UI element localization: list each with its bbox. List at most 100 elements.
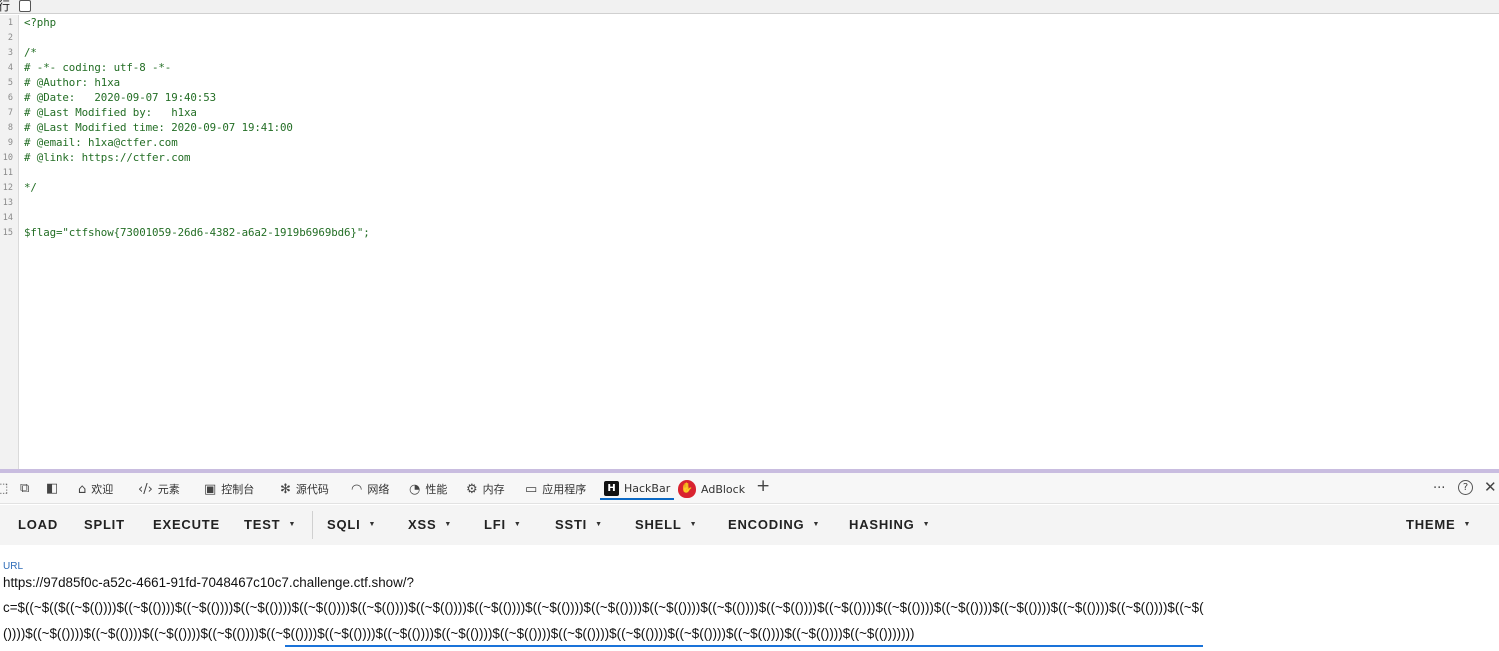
line-number: 7: [7, 108, 13, 118]
shell-menu-label: SHELL: [635, 517, 682, 532]
line-number: 14: [2, 213, 13, 223]
line-wrap-label: 行: [0, 0, 11, 13]
code-line: # @link: https://ctfer.com: [24, 151, 191, 164]
view-source-toolbar: 行: [0, 0, 1499, 14]
code-line: $flag="ctfshow{73001059-26d6-4382-a6a2-1…: [24, 226, 370, 239]
code-line: <?php: [24, 16, 57, 29]
test-menu-label: TEST: [244, 517, 281, 532]
close-devtools-icon[interactable]: ✕: [1484, 479, 1497, 495]
line-number: 9: [7, 138, 13, 148]
caret-down-icon: ▼: [595, 521, 603, 528]
tab-network[interactable]: ◠ 网络: [351, 478, 389, 500]
line-number: 12: [2, 183, 13, 193]
caret-down-icon: ▼: [1463, 521, 1472, 528]
code-brackets-icon: ‹/›: [138, 481, 153, 497]
line-number: 6: [7, 93, 13, 103]
test-menu[interactable]: TEST ▼: [244, 517, 296, 532]
device-emulation-icon[interactable]: ⧉: [20, 481, 29, 497]
tab-hackbar[interactable]: H HackBar: [600, 478, 675, 500]
line-number: 4: [7, 63, 13, 73]
line-number: 13: [2, 198, 13, 208]
toolbar-divider: [312, 511, 313, 539]
devtools-tab-bar: ⬚ ⧉ ◧ ⌂ 欢迎 ‹/› 元素 ▣ 控制台 ✻ 源代码 ◠ 网络 ◔ 性能 …: [0, 473, 1499, 504]
split-button[interactable]: SPLIT: [84, 517, 125, 532]
line-wrap-checkbox[interactable]: [19, 0, 31, 12]
tab-label: 源代码: [295, 483, 329, 496]
home-icon: ⌂: [78, 481, 87, 497]
caret-down-icon: ▼: [513, 521, 522, 528]
caret-down-icon: ▼: [812, 521, 821, 528]
hashing-menu[interactable]: HASHING ▼: [849, 517, 930, 532]
bug-icon: ✻: [280, 481, 291, 497]
caret-down-icon: ▼: [288, 521, 297, 528]
tab-performance[interactable]: ◔ 性能: [409, 478, 447, 500]
line-number: 3: [7, 48, 13, 58]
tab-elements[interactable]: ‹/› 元素: [138, 478, 180, 500]
inspect-element-icon[interactable]: ⬚: [0, 481, 8, 497]
theme-menu[interactable]: THEME ▼: [1406, 517, 1471, 532]
url-text-line[interactable]: https://97d85f0c-a52c-4661-91fd-7048467c…: [3, 575, 414, 590]
wifi-icon: ◠: [351, 481, 363, 497]
code-line: */: [24, 181, 37, 194]
line-number: 15: [2, 228, 13, 238]
help-icon[interactable]: ?: [1458, 480, 1473, 495]
shell-menu[interactable]: SHELL ▼: [635, 517, 697, 532]
load-button[interactable]: LOAD: [18, 517, 58, 532]
url-field[interactable]: URL https://97d85f0c-a52c-4661-91fd-7048…: [0, 545, 1499, 651]
adblock-logo-icon: ✋: [678, 480, 696, 498]
lfi-menu[interactable]: LFI ▼: [484, 517, 522, 532]
execute-button[interactable]: EXECUTE: [153, 517, 220, 532]
tab-console[interactable]: ▣ 控制台: [204, 478, 254, 500]
ssti-menu[interactable]: SSTI ▼: [555, 517, 603, 532]
url-text-line[interactable]: ())))$((~$(())))$((~$(())))$((~$(())))$(…: [3, 626, 915, 641]
encoding-menu-label: ENCODING: [728, 517, 805, 532]
sqli-menu-label: SQLI: [327, 517, 361, 532]
memory-chip-icon: ⚙: [466, 481, 478, 497]
hackbar-logo-icon: H: [604, 480, 619, 496]
code-line: /*: [24, 46, 37, 59]
caret-down-icon: ▼: [368, 521, 377, 528]
tab-memory[interactable]: ⚙ 内存: [466, 478, 505, 500]
tab-sources[interactable]: ✻ 源代码: [280, 478, 329, 500]
url-label: URL: [3, 561, 24, 572]
performance-icon: ◔: [409, 481, 421, 497]
encoding-menu[interactable]: ENCODING ▼: [728, 517, 820, 532]
hackbar-toolbar: LOAD SPLIT EXECUTE TEST ▼ SQLI ▼ XSS ▼ LFI ▼…: [0, 505, 1499, 545]
sqli-menu[interactable]: SQLI ▼: [327, 517, 376, 532]
tab-label: 应用程序: [542, 483, 587, 496]
tab-label: HackBar: [624, 481, 671, 495]
code-line: # @Author: h1xa: [24, 76, 121, 89]
ssti-menu-label: SSTI: [555, 517, 588, 532]
sidebar-toggle-icon[interactable]: ◧: [46, 481, 58, 497]
line-number: 1: [7, 18, 13, 28]
add-tab-icon[interactable]: +: [756, 478, 770, 495]
tab-adblock[interactable]: ✋ AdBlock: [678, 478, 745, 500]
line-number: 2: [7, 33, 13, 43]
tab-label: 欢迎: [91, 483, 114, 496]
caret-down-icon: ▼: [922, 521, 931, 528]
caret-down-icon: ▼: [444, 521, 453, 528]
tab-welcome[interactable]: ⌂ 欢迎: [78, 478, 113, 500]
tab-label: 控制台: [221, 483, 255, 496]
theme-menu-label: THEME: [1406, 517, 1456, 532]
line-number: 8: [7, 123, 13, 133]
line-number: 11: [2, 168, 13, 178]
code-line: # @Last Modified time: 2020-09-07 19:41:…: [24, 121, 293, 134]
tab-label: 网络: [367, 483, 390, 496]
hashing-menu-label: HASHING: [849, 517, 915, 532]
application-icon: ▭: [525, 481, 538, 497]
more-options-icon[interactable]: ···: [1433, 481, 1445, 497]
code-line: # @Date: 2020-09-07 19:40:53: [24, 91, 217, 104]
line-number: 5: [7, 78, 13, 88]
xss-menu-label: XSS: [408, 517, 437, 532]
lfi-menu-label: LFI: [484, 517, 506, 532]
tab-label: 性能: [425, 483, 448, 496]
line-number-gutter: 1 2 3 4 5 6 7 8 9 10 11 12 13 14 15: [0, 15, 19, 470]
tab-label: 元素: [157, 483, 180, 496]
xss-menu[interactable]: XSS ▼: [408, 517, 452, 532]
tab-label: AdBlock: [701, 482, 746, 496]
code-line: # @email: h1xa@ctfer.com: [24, 136, 178, 149]
url-text-line[interactable]: c=$((~$(($((~$(())))$((~$(())))$((~$(())…: [3, 600, 1204, 615]
line-number: 10: [2, 153, 13, 163]
tab-application[interactable]: ▭ 应用程序: [525, 478, 586, 500]
